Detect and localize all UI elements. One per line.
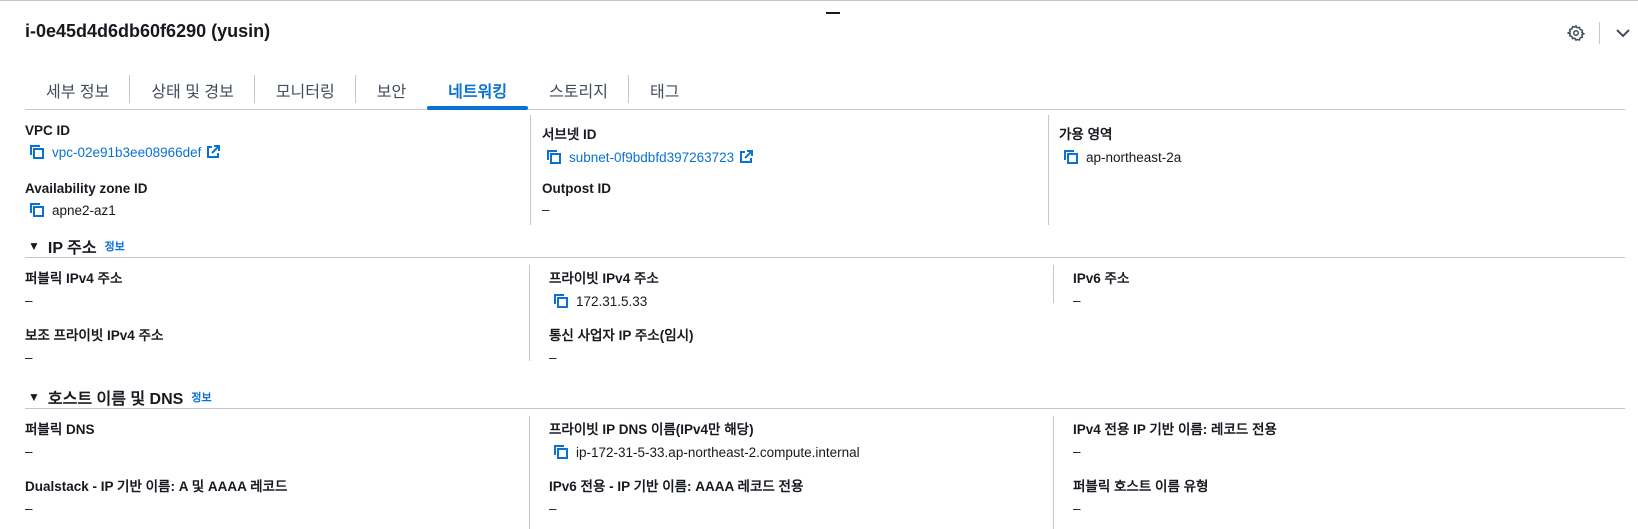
ip-section-header[interactable]: ▼ IP 주소 정보	[28, 234, 125, 258]
section-divider	[25, 408, 1625, 409]
column-divider	[530, 115, 531, 225]
external-link-icon[interactable]	[206, 145, 221, 159]
secondary-private-ipv4-field: 보조 프라이빗 IPv4 주소 –	[25, 328, 164, 365]
private-ipv4-field: 프라이빗 IPv4 주소 172.31.5.33	[549, 271, 659, 309]
header-actions	[1561, 18, 1638, 48]
tab-monitoring[interactable]: 모니터링	[255, 70, 356, 109]
subnet-id-link[interactable]: subnet-0f9bdbfd397263723	[569, 150, 734, 165]
caret-down-icon: ▼	[28, 239, 40, 253]
carrier-ip-field: 통신 사업자 IP 주소(임시) –	[549, 328, 694, 365]
column-divider	[529, 265, 530, 361]
header-divider	[1599, 22, 1600, 44]
chevron-down-icon[interactable]	[1608, 18, 1638, 48]
column-divider	[529, 416, 530, 529]
private-ip-dns-field: 프라이빗 IP DNS 이름(IPv4만 해당) ip-172-31-5-33.…	[549, 422, 860, 460]
public-ipv4-field: 퍼블릭 IPv4 주소 –	[25, 271, 123, 308]
copy-icon[interactable]	[29, 144, 45, 160]
copy-icon[interactable]	[553, 293, 569, 309]
section-divider	[25, 257, 1625, 258]
gear-icon[interactable]	[1561, 18, 1591, 48]
copy-icon[interactable]	[29, 202, 45, 218]
public-hostname-type-field: 퍼블릭 호스트 이름 유형 –	[1073, 479, 1209, 516]
subnet-id-field: 서브넷 ID subnet-0f9bdbfd397263723	[542, 123, 754, 165]
dualstack-field: Dualstack - IP 기반 이름: A 및 AAAA 레코드 –	[25, 479, 288, 516]
panel-resize-handle[interactable]	[826, 12, 840, 14]
copy-icon[interactable]	[553, 444, 569, 460]
copy-icon[interactable]	[1063, 149, 1079, 165]
public-dns-field: 퍼블릭 DNS –	[25, 422, 95, 459]
panel-top-border	[0, 0, 1638, 3]
detail-tabs: 세부 정보 상태 및 경보 모니터링 보안 네트워킹 스토리지 태그	[25, 70, 1625, 110]
column-divider	[1053, 265, 1054, 303]
info-link[interactable]: 정보	[191, 389, 211, 405]
tab-storage[interactable]: 스토리지	[528, 70, 629, 109]
outpost-id-field: Outpost ID –	[542, 181, 611, 217]
ipv4-only-name-field: IPv4 전용 IP 기반 이름: 레코드 전용 –	[1073, 422, 1277, 459]
tab-security[interactable]: 보안	[356, 70, 427, 109]
ipv6-field: IPv6 주소 –	[1073, 271, 1130, 308]
column-divider	[1048, 115, 1049, 225]
caret-down-icon: ▼	[28, 390, 40, 404]
copy-icon[interactable]	[546, 149, 562, 165]
vpc-id-field: VPC ID vpc-02e91b3ee08966def	[25, 123, 221, 160]
column-divider	[1053, 416, 1054, 529]
info-link[interactable]: 정보	[105, 238, 125, 254]
dns-section-header[interactable]: ▼ 호스트 이름 및 DNS 정보	[28, 385, 212, 409]
tab-networking[interactable]: 네트워킹	[427, 70, 528, 110]
availability-zone-id-field: Availability zone ID apne2-az1	[25, 181, 148, 218]
instance-title: i-0e45d4d6db60f6290 (yusin)	[25, 21, 271, 41]
availability-zone-field: 가용 영역 ap-northeast-2a	[1059, 127, 1182, 165]
ipv6-only-field: IPv6 전용 - IP 기반 이름: AAAA 레코드 전용 –	[549, 479, 804, 516]
tab-tags[interactable]: 태그	[629, 70, 700, 109]
external-link-icon[interactable]	[739, 150, 754, 164]
vpc-id-link[interactable]: vpc-02e91b3ee08966def	[52, 145, 201, 160]
tab-status-alarms[interactable]: 상태 및 경보	[130, 70, 255, 109]
tab-details[interactable]: 세부 정보	[25, 70, 131, 109]
